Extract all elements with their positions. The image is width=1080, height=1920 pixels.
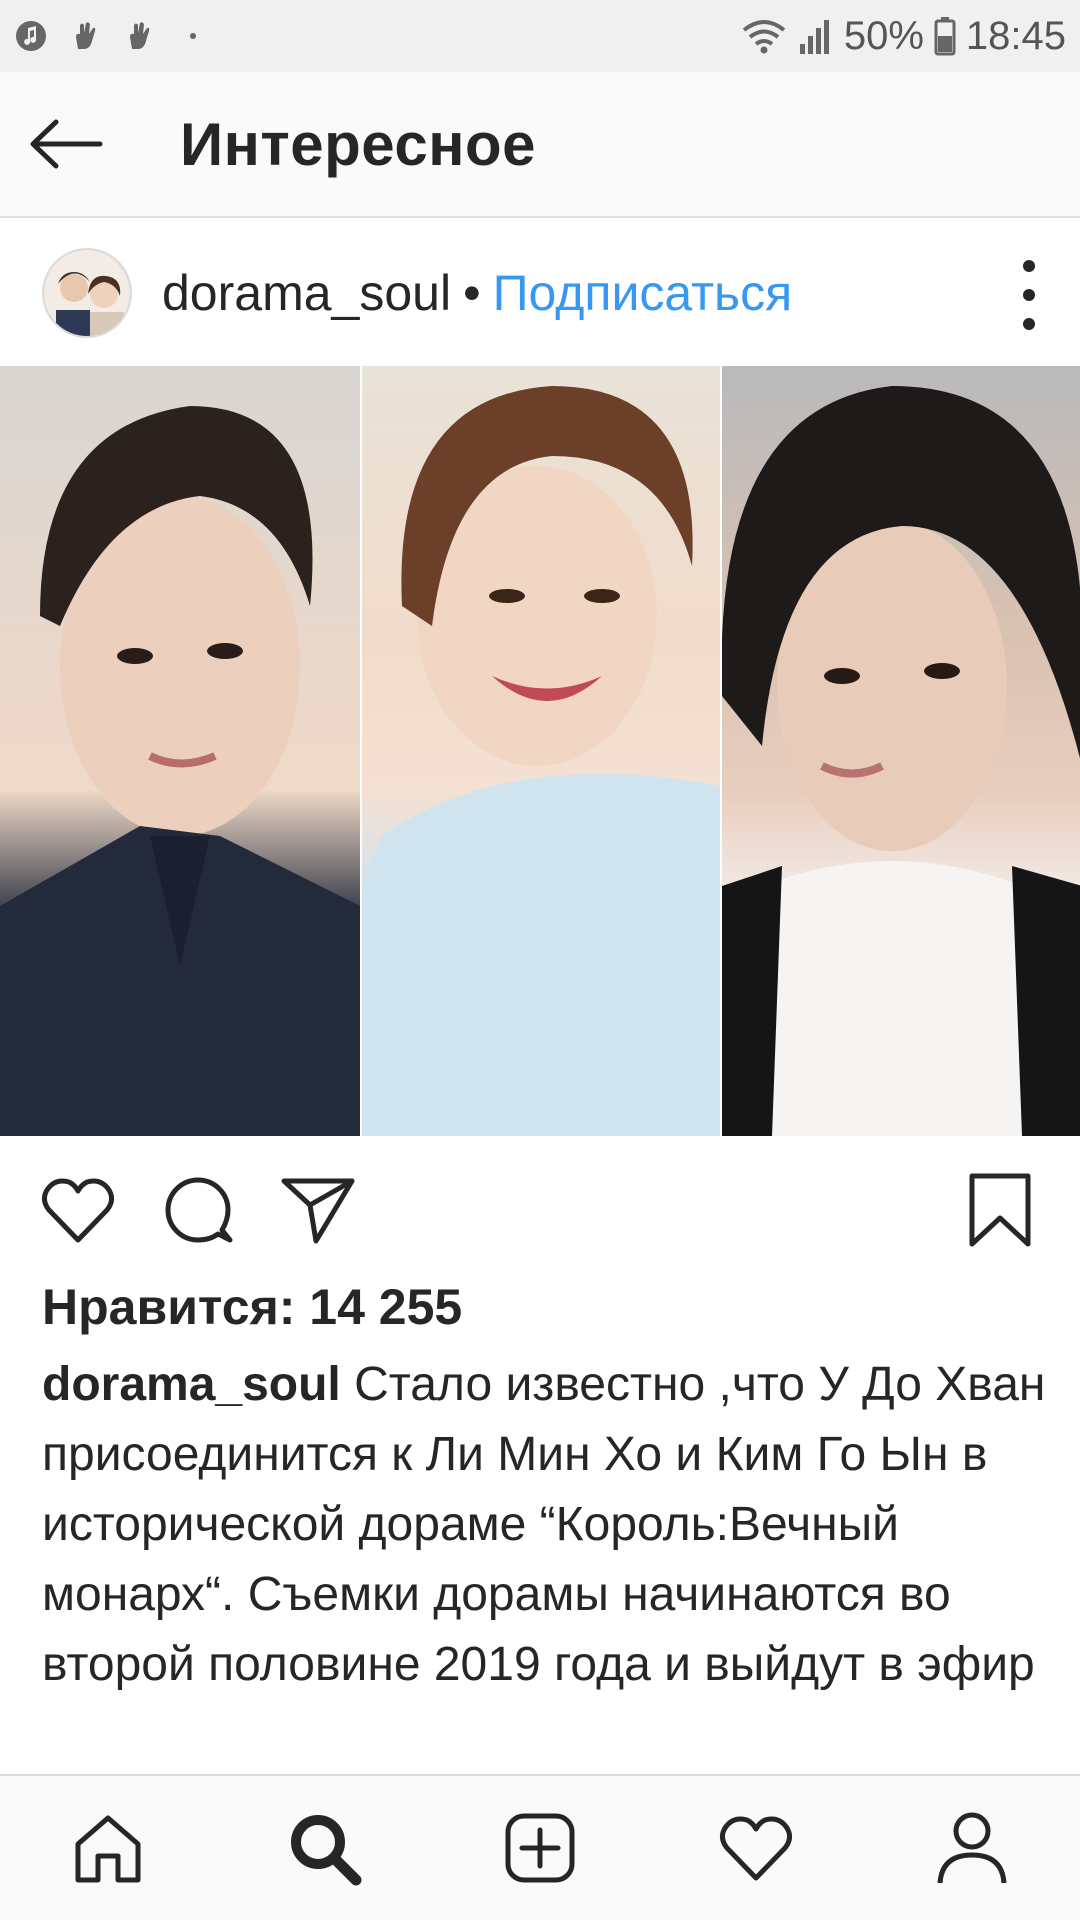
- nav-activity[interactable]: [706, 1798, 806, 1898]
- post-image-panel: [720, 366, 1080, 1136]
- home-icon: [75, 1815, 141, 1883]
- hand-icon: [122, 19, 156, 53]
- status-system: 50% 18:45: [740, 14, 1066, 59]
- post-header: dorama_soul • Подписаться: [0, 220, 1080, 366]
- arrow-left-icon: [30, 119, 103, 169]
- send-icon: [281, 1178, 355, 1244]
- more-options-button[interactable]: [1014, 260, 1044, 330]
- heart-icon: [41, 1178, 115, 1243]
- back-button[interactable]: [28, 94, 138, 194]
- comment-icon: [165, 1177, 233, 1243]
- profile-icon: [937, 1812, 1007, 1884]
- post-actions: [0, 1136, 1080, 1276]
- activity-icon: [719, 1816, 793, 1881]
- like-button[interactable]: [38, 1170, 118, 1250]
- clock: 18:45: [965, 13, 1066, 58]
- hand-icon: [68, 19, 102, 53]
- post-username[interactable]: dorama_soul: [162, 264, 451, 322]
- more-dot: [1023, 318, 1035, 330]
- dot-icon: [176, 19, 210, 53]
- battery-percent: 50%: [843, 13, 924, 58]
- wifi-icon: [740, 16, 788, 56]
- comment-button[interactable]: [158, 1170, 238, 1250]
- search-icon: [291, 1815, 362, 1886]
- nav-profile[interactable]: [922, 1798, 1022, 1898]
- post-image[interactable]: [0, 366, 1080, 1136]
- signal-icon: [798, 16, 834, 56]
- more-vertical-icon: [1023, 260, 1035, 272]
- likes-count[interactable]: Нравится: 14 255: [42, 1278, 462, 1336]
- bottom-nav: [0, 1774, 1080, 1920]
- share-button[interactable]: [278, 1170, 358, 1250]
- add-icon: [505, 1813, 575, 1883]
- page-title: Интересное: [180, 110, 536, 178]
- subscribe-button[interactable]: Подписаться: [493, 264, 793, 322]
- nav-add[interactable]: [490, 1798, 590, 1898]
- caption-username[interactable]: dorama_soul: [42, 1358, 341, 1411]
- avatar[interactable]: [42, 248, 132, 338]
- post-image-panel: [0, 366, 360, 1136]
- post-caption: dorama_soul Стало известно ,что У До Хва…: [42, 1350, 1052, 1700]
- app-header: Интересное: [0, 72, 1080, 218]
- battery-icon: [934, 16, 956, 56]
- status-bar: 50% 18:45: [0, 0, 1080, 72]
- separator-dot: •: [463, 265, 481, 321]
- nav-home[interactable]: [58, 1798, 158, 1898]
- nav-search[interactable]: [274, 1798, 374, 1898]
- music-icon: [14, 19, 48, 53]
- status-notifications: [14, 19, 210, 53]
- bookmark-icon: [969, 1173, 1031, 1247]
- post-image-panel: [360, 366, 720, 1136]
- more-dot: [1023, 289, 1035, 301]
- save-button[interactable]: [960, 1170, 1040, 1250]
